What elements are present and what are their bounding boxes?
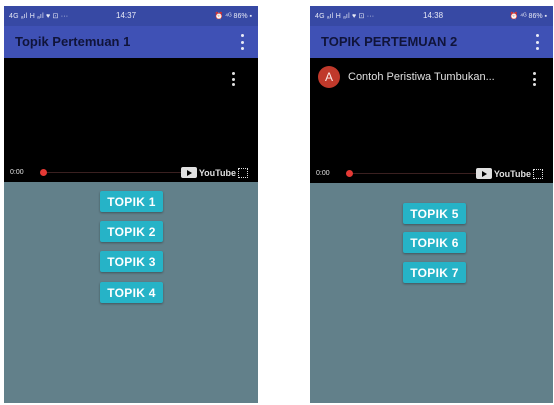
seek-bar[interactable] [43, 172, 186, 173]
topik-3-button[interactable]: TOPIK 3 [100, 251, 163, 272]
play-icon [475, 168, 492, 179]
youtube-player[interactable]: 0:00 YouTube [4, 58, 258, 182]
youtube-logo-icon[interactable]: YouTube [475, 168, 543, 179]
signal-indicators: 4G ₐıl H ₐıl ♥ ⊡ ··· [315, 13, 375, 20]
topik-5-button[interactable]: TOPIK 5 [403, 203, 466, 224]
video-more-icon[interactable] [232, 72, 236, 86]
channel-avatar[interactable]: A [318, 66, 340, 88]
app-bar: Topik Pertemuan 1 [4, 26, 258, 58]
phone-screen-2: 4G ₐıl H ₐıl ♥ ⊡ ··· 14:38 ⏰ ⁴ᴳ 86% ▪ TO… [310, 6, 553, 403]
page-title: Topik Pertemuan 1 [15, 34, 131, 49]
seek-bar[interactable] [349, 173, 481, 174]
youtube-logo-icon[interactable]: YouTube [180, 167, 248, 178]
topik-7-button[interactable]: TOPIK 7 [403, 262, 466, 283]
signal-indicators: 4G ₐıl H ₐıl ♥ ⊡ ··· [9, 13, 69, 20]
youtube-player[interactable]: A Contoh Peristiwa Tumbukan... 0:00 YouT… [310, 58, 553, 183]
topik-6-button[interactable]: TOPIK 6 [403, 232, 466, 253]
youtube-logo-text: YouTube [198, 167, 236, 178]
video-more-icon[interactable] [533, 72, 537, 86]
status-time: 14:38 [423, 11, 444, 20]
status-time: 14:37 [116, 11, 137, 20]
video-header: A Contoh Peristiwa Tumbukan... [318, 66, 545, 88]
video-title[interactable]: Contoh Peristiwa Tumbukan... [348, 71, 495, 83]
seek-handle[interactable] [40, 169, 47, 176]
status-bar: 4G ₐıl H ₐıl ♥ ⊡ ··· 14:38 ⏰ ⁴ᴳ 86% ▪ [310, 6, 553, 26]
phone-screen-1: 4G ₐıl H ₐıl ♥ ⊡ ··· 14:37 ⏰ ⁴ᴳ 86% ▪ To… [4, 6, 258, 403]
battery-indicators: ⏰ ⁴ᴳ 86% ▪ [509, 13, 547, 20]
overflow-menu-icon[interactable] [241, 34, 245, 50]
video-time: 0:00 [10, 169, 24, 176]
video-time: 0:00 [316, 170, 330, 177]
topik-1-button[interactable]: TOPIK 1 [100, 191, 163, 212]
play-icon [180, 167, 197, 178]
status-bar: 4G ₐıl H ₐıl ♥ ⊡ ··· 14:37 ⏰ ⁴ᴳ 86% ▪ [4, 6, 258, 26]
seek-handle[interactable] [346, 170, 353, 177]
youtube-logo-text: YouTube [493, 168, 531, 179]
app-bar: TOPIK PERTEMUAN 2 [310, 26, 553, 58]
fullscreen-icon[interactable] [533, 168, 543, 179]
fullscreen-icon[interactable] [238, 167, 248, 178]
topik-4-button[interactable]: TOPIK 4 [100, 282, 163, 303]
page-title: TOPIK PERTEMUAN 2 [321, 34, 458, 49]
battery-indicators: ⏰ ⁴ᴳ 86% ▪ [214, 13, 252, 20]
topik-2-button[interactable]: TOPIK 2 [100, 221, 163, 242]
overflow-menu-icon[interactable] [536, 34, 540, 50]
